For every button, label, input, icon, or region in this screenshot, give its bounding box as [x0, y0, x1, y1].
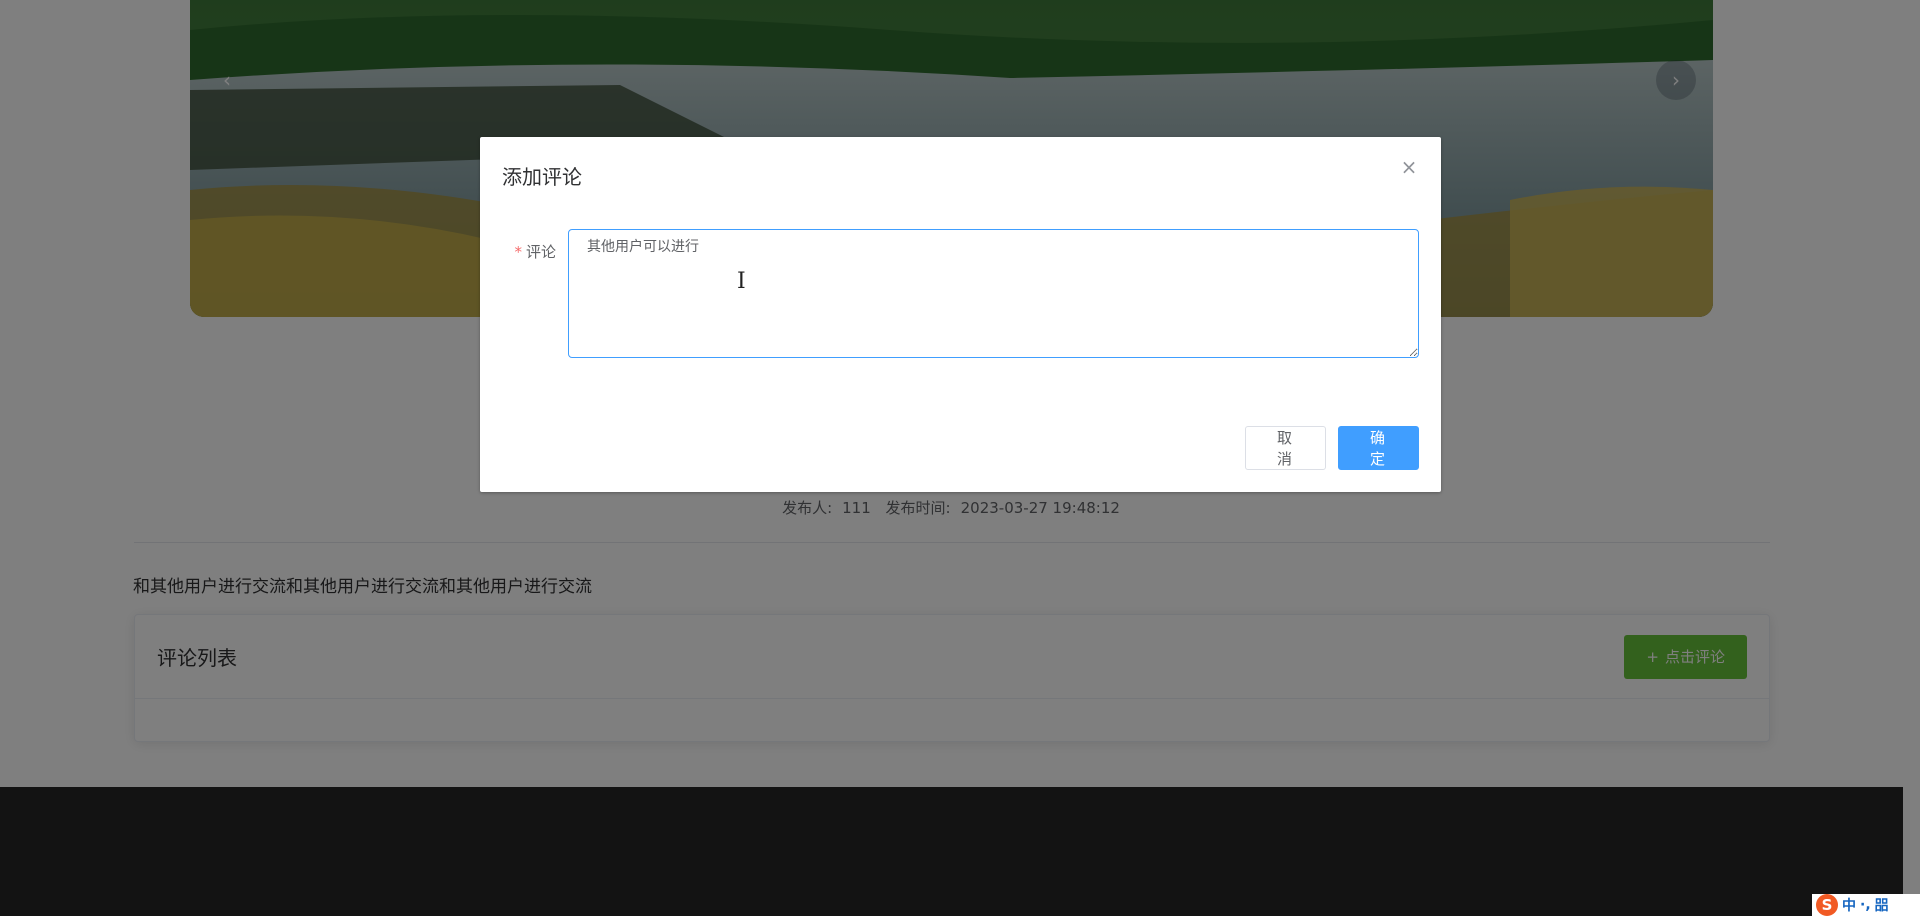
ime-mode[interactable]: 中 [1842, 895, 1856, 915]
cancel-button[interactable]: 取 消 [1245, 426, 1326, 470]
ime-punctuation[interactable]: ·, [1860, 897, 1871, 913]
add-comment-dialog: 添加评论 × * 评论 其他用户可以进行 I 取 消 确 定 [480, 137, 1441, 492]
comment-label-text: 评论 [525, 243, 556, 261]
comment-form-item: * 评论 其他用户可以进行 I [502, 229, 1419, 362]
close-icon[interactable]: × [1397, 155, 1421, 179]
required-asterisk: * [514, 243, 522, 261]
dialog-title: 添加评论 [502, 165, 582, 189]
ime-toolbar[interactable]: S 中 ·, 㗊 [1812, 894, 1920, 916]
textarea-wrapper: 其他用户可以进行 I [568, 229, 1419, 362]
comment-field-label: * 评论 [502, 229, 568, 362]
comment-textarea[interactable]: 其他用户可以进行 [568, 229, 1419, 358]
dialog-footer: 取 消 确 定 [1245, 426, 1419, 470]
sogou-logo-icon: S [1816, 894, 1838, 916]
confirm-button[interactable]: 确 定 [1338, 426, 1419, 470]
ime-extra-icon[interactable]: 㗊 [1875, 895, 1889, 915]
